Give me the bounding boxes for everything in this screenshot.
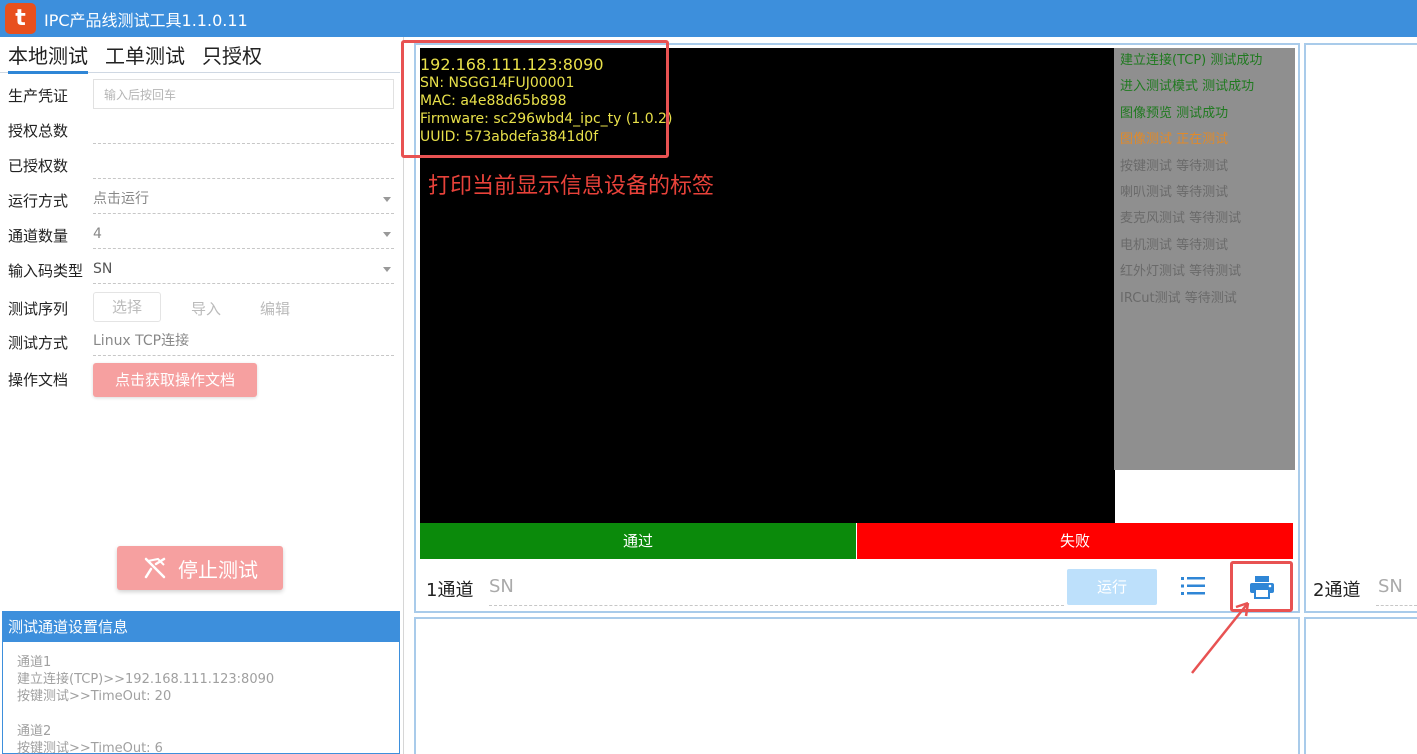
info-line: 建立连接(TCP)>>192.168.111.123:8090 xyxy=(17,672,275,687)
run-mode-value: 点击运行 xyxy=(93,191,149,207)
import-sequence-button[interactable]: 导入 xyxy=(191,298,221,319)
row-operation-doc: 操作文档 点击获取操作文档 xyxy=(8,363,394,397)
get-operation-doc-button[interactable]: 点击获取操作文档 xyxy=(93,363,257,397)
run-button[interactable]: 运行 xyxy=(1067,569,1157,605)
input-code-type-label: 输入码类型 xyxy=(8,262,84,280)
stop-test-button[interactable]: 停止测试 xyxy=(117,546,283,590)
row-authorized: 已授权数 xyxy=(8,149,394,181)
test-sequence-label: 测试序列 xyxy=(8,300,69,318)
auth-total-value xyxy=(93,114,394,144)
input-code-type-value: SN xyxy=(93,261,113,277)
production-credential-input[interactable]: 输入后按回车 xyxy=(93,79,394,109)
run-mode-select[interactable]: 点击运行 xyxy=(93,184,394,214)
channel-2-frame xyxy=(1304,43,1417,613)
test-method-label: 测试方式 xyxy=(8,334,69,352)
row-auth-total: 授权总数 xyxy=(8,114,394,146)
channel-1-sn-input[interactable]: SN xyxy=(489,572,1064,606)
app-logo-icon: t xyxy=(5,3,36,34)
auth-total-label: 授权总数 xyxy=(8,122,69,140)
device-info-highlight xyxy=(401,40,669,158)
channel-4-frame xyxy=(1304,617,1417,754)
tab-work-order-test[interactable]: 工单测试 xyxy=(105,40,185,69)
input-code-type-select[interactable]: SN xyxy=(93,254,394,284)
channel-3-frame xyxy=(414,617,1300,754)
test-status-list: 建立连接(TCP) 测试成功 进入测试模式 测试成功 图像预览 测试成功 图像测试 正… xyxy=(1114,48,1295,470)
row-test-method: 测试方式 Linux TCP连接 xyxy=(8,326,394,358)
status-item: 按键测试 等待测试 xyxy=(1120,158,1229,174)
status-item: 图像预览 测试成功 xyxy=(1120,105,1229,121)
dropdown-caret-icon xyxy=(383,267,391,272)
test-method-value: Linux TCP连接 xyxy=(93,326,394,356)
stop-icon xyxy=(144,557,166,579)
row-input-code-type: 输入码类型 SN xyxy=(8,254,394,286)
tab-authorize-only[interactable]: 只授权 xyxy=(202,40,262,69)
status-item: 图像测试 正在测试 xyxy=(1120,132,1229,148)
window-title: IPC产品线测试工具1.1.0.11 xyxy=(44,10,248,30)
dropdown-caret-icon xyxy=(383,197,391,202)
channel-count-value: 4 xyxy=(93,226,102,242)
channel-2-label: 2通道 xyxy=(1313,580,1361,601)
title-bar: t IPC产品线测试工具1.1.0.11 xyxy=(0,0,1417,37)
stop-test-label: 停止测试 xyxy=(178,557,258,582)
row-test-sequence: 测试序列 选择 导入 编辑 xyxy=(8,292,394,324)
dropdown-caret-icon xyxy=(383,232,391,237)
authorized-value xyxy=(93,149,394,179)
info-line: 通道2 xyxy=(17,724,52,739)
status-item: IRCut测试 等待测试 xyxy=(1120,290,1237,306)
edit-sequence-button[interactable]: 编辑 xyxy=(260,298,290,319)
tab-local-test[interactable]: 本地测试 xyxy=(8,40,88,74)
annotation-text: 打印当前显示信息设备的标签 xyxy=(428,174,715,199)
status-item: 电机测试 等待测试 xyxy=(1120,237,1229,253)
info-panel-header: 测试通道设置信息 xyxy=(3,612,399,642)
left-panel: 本地测试 工单测试 只授权 生产凭证 输入后按回车 授权总数 已授权数 运行方式… xyxy=(0,37,404,754)
info-line: 通道1 xyxy=(17,655,52,670)
status-item: 红外灯测试 等待测试 xyxy=(1120,264,1242,280)
channel-2-sn-underline xyxy=(1376,605,1417,606)
status-item: 喇叭测试 等待测试 xyxy=(1120,184,1229,200)
channel-2-sn-input[interactable]: SN xyxy=(1378,576,1403,597)
channel-settings-info-panel: 测试通道设置信息 通道1 建立连接(TCP)>>192.168.111.123:… xyxy=(2,611,400,754)
annotation-arrow xyxy=(1191,601,1250,674)
tab-bar: 本地测试 工单测试 只授权 xyxy=(0,37,400,74)
info-line: 按键测试>>TimeOut: 6 xyxy=(17,741,163,754)
run-mode-label: 运行方式 xyxy=(8,192,69,210)
pass-button[interactable]: 通过 xyxy=(420,523,856,559)
status-item: 进入测试模式 测试成功 xyxy=(1120,79,1255,95)
info-line: 按键测试>>TimeOut: 20 xyxy=(17,689,172,704)
row-run-mode: 运行方式 点击运行 xyxy=(8,184,394,216)
channel-count-label: 通道数量 xyxy=(8,227,69,245)
status-item: 建立连接(TCP) 测试成功 xyxy=(1120,53,1263,68)
authorized-label: 已授权数 xyxy=(8,157,69,175)
channel-1-label: 1通道 xyxy=(426,580,474,601)
info-panel-body: 通道1 建立连接(TCP)>>192.168.111.123:8090 按键测试… xyxy=(3,642,399,754)
operation-doc-label: 操作文档 xyxy=(8,371,69,389)
production-credential-label: 生产凭证 xyxy=(8,87,69,105)
select-sequence-button[interactable]: 选择 xyxy=(93,292,161,322)
fail-button[interactable]: 失败 xyxy=(857,523,1293,559)
status-item: 麦克风测试 等待测试 xyxy=(1120,211,1242,227)
row-production-credential: 生产凭证 输入后按回车 xyxy=(8,79,394,111)
channel-count-select[interactable]: 4 xyxy=(93,219,394,249)
row-channel-count: 通道数量 4 xyxy=(8,219,394,251)
channel-1-sn-placeholder: SN xyxy=(489,576,514,597)
